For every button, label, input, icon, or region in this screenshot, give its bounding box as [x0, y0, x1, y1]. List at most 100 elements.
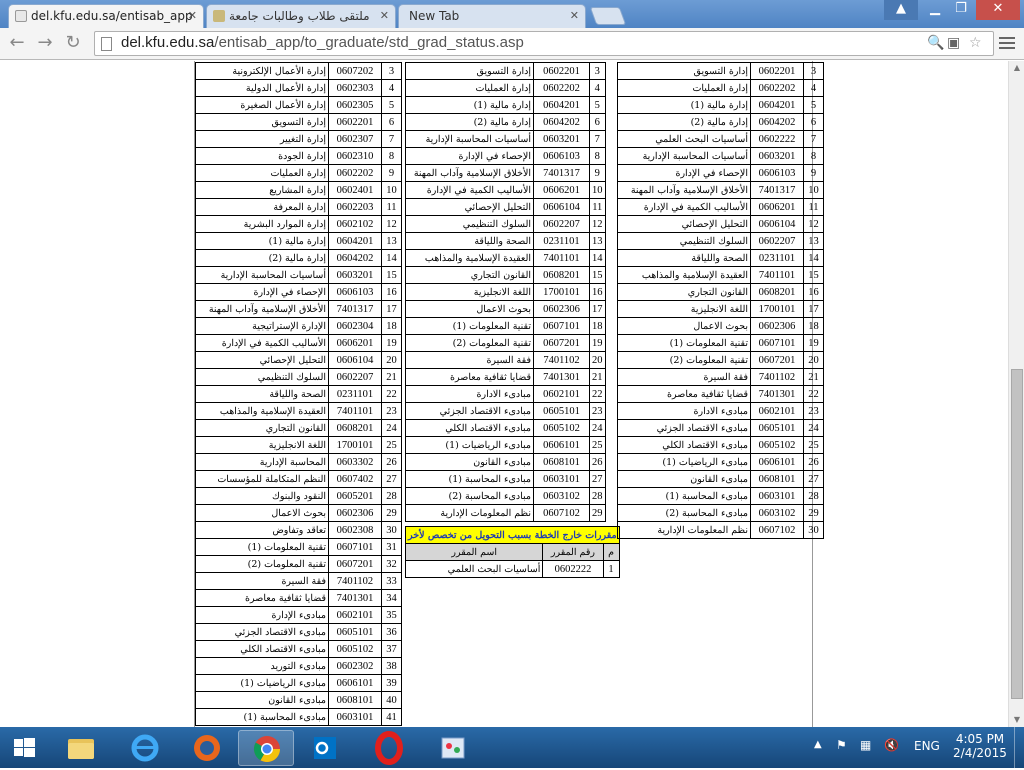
course-name: مبادىء الاقتصاد الجزئي: [405, 402, 534, 420]
table-row: إدارة مالية (1) 0604201 13: [195, 232, 402, 250]
row-number: 8: [381, 147, 402, 165]
table-row: تقنية المعلومات (1) 0607101 18: [405, 317, 606, 335]
scrollbar-thumb[interactable]: [1011, 369, 1023, 699]
course-code: 0605102: [533, 419, 590, 437]
row-number: 14: [803, 249, 824, 267]
course-name: قضايا ثقافية معاصرة: [405, 368, 534, 386]
show-hidden-icons-icon[interactable]: ▲: [814, 739, 822, 750]
row-number: 28: [589, 487, 606, 505]
course-code: 0231101: [328, 385, 382, 403]
file-explorer-icon[interactable]: [56, 730, 106, 766]
row-number: 13: [803, 232, 824, 250]
new-tab-button[interactable]: [589, 7, 627, 25]
minimize-button[interactable]: ▁: [922, 0, 948, 20]
row-number: 3: [803, 62, 824, 80]
row-number: 41: [381, 708, 402, 726]
tab-close-icon[interactable]: ✕: [188, 5, 197, 27]
row-number: 26: [381, 453, 402, 471]
tab-new-tab[interactable]: New Tab ✕: [398, 4, 586, 28]
url-text[interactable]: del.kfu.edu.sa/entisab_app/to_graduate/s…: [121, 34, 524, 51]
row-number: 30: [381, 521, 402, 539]
volume-muted-icon[interactable]: 🔇: [884, 738, 899, 752]
row-number: 8: [589, 147, 606, 165]
course-code: 0602222: [542, 560, 604, 578]
table-row: مبادىء القانون 0608101 40: [195, 691, 402, 709]
tab-forum[interactable]: ملتقى طلاب وطالبات جامعة ✕: [206, 4, 396, 28]
course-name: مبادىء الاقتصاد الكلي: [617, 436, 751, 454]
row-number: 4: [381, 79, 402, 97]
course-name: أساسيات المحاسبة الإدارية: [405, 130, 534, 148]
paint-icon[interactable]: [428, 730, 478, 766]
row-number: 20: [381, 351, 402, 369]
course-code: 0602207: [750, 232, 804, 250]
course-code: 0603102: [533, 487, 590, 505]
address-bar[interactable]: del.kfu.edu.sa/entisab_app/to_graduate/s…: [94, 31, 994, 56]
chrome-icon[interactable]: [238, 730, 294, 766]
tab-active[interactable]: del.kfu.edu.sa/entisab_app ✕: [8, 4, 204, 28]
row-number: 23: [803, 402, 824, 420]
course-name: بحوث الاعمال: [617, 317, 751, 335]
scroll-down-icon[interactable]: ▼: [1009, 713, 1024, 727]
row-number: 25: [803, 436, 824, 454]
action-center-flag-icon[interactable]: ⚑: [836, 738, 847, 752]
browser-titlebar: del.kfu.edu.sa/entisab_app ✕ ملتقى طلاب …: [0, 0, 1024, 28]
forward-icon[interactable]: →: [34, 32, 56, 54]
firefox-icon[interactable]: [182, 730, 232, 766]
course-name: مبادىء القانون: [195, 691, 329, 709]
course-name: الإحصاء في الإدارة: [195, 283, 329, 301]
row-number: 34: [381, 589, 402, 607]
row-number: 10: [589, 181, 606, 199]
row-number: 27: [381, 470, 402, 488]
row-number: 11: [381, 198, 402, 216]
course-code: 0607402: [328, 470, 382, 488]
opera-icon[interactable]: [364, 730, 414, 766]
reload-icon[interactable]: ↻: [62, 32, 84, 54]
course-code: 0606104: [750, 215, 804, 233]
table-row: مبادىء الاقتصاد الكلي 0605102 24: [405, 419, 606, 437]
table-row: مبادىء الادارة 0602101 22: [405, 385, 606, 403]
bookmark-star-icon[interactable]: ☆: [969, 35, 982, 51]
close-window-button[interactable]: ✕: [976, 0, 1020, 20]
course-name: نظم المعلومات الإدارية: [405, 504, 534, 522]
table-row: أساسيات البحث العلمي 0602222 7: [617, 130, 824, 148]
tab-close-icon[interactable]: ✕: [380, 5, 389, 27]
page-scrollbar[interactable]: ▲ ▼: [1008, 61, 1024, 727]
course-name: إدارة التسويق: [617, 62, 751, 80]
table-row: تقنية المعلومات (2) 0607201 20: [617, 351, 824, 369]
start-button[interactable]: [2, 730, 48, 766]
table-row: مبادىء المحاسبة (1) 0603101 41: [195, 708, 402, 726]
row-number: 29: [589, 504, 606, 522]
zoom-icon[interactable]: 🔍: [927, 35, 944, 51]
tab-title: del.kfu.edu.sa/entisab_app: [31, 9, 193, 23]
maximize-button[interactable]: ❐: [948, 0, 974, 20]
row-number: 19: [803, 334, 824, 352]
course-code: 7401102: [750, 368, 804, 386]
clock[interactable]: 4:05 PM 2/4/2015: [950, 727, 1010, 768]
table-row: الإدارة الإستراتيجية 0602304 18: [195, 317, 402, 335]
row-number: 9: [589, 164, 606, 182]
table-row: الصحة واللياقة 0231101 22: [195, 385, 402, 403]
course-code: 0607201: [750, 351, 804, 369]
scroll-up-icon[interactable]: ▲: [1009, 61, 1024, 75]
table-row: إدارة الموارد البشرية 0602102 12: [195, 215, 402, 233]
tab-close-icon[interactable]: ✕: [570, 5, 579, 27]
user-profile-icon[interactable]: ▲: [884, 0, 918, 20]
course-code: 0602202: [328, 164, 382, 182]
row-number: 33: [381, 572, 402, 590]
course-name: إدارة التسويق: [405, 62, 534, 80]
show-desktop-button[interactable]: [1014, 727, 1024, 768]
chrome-menu-icon[interactable]: [998, 34, 1016, 52]
internet-explorer-icon[interactable]: [120, 730, 170, 766]
back-icon[interactable]: ←: [6, 32, 28, 54]
language-indicator[interactable]: ENG: [914, 739, 940, 753]
network-icon[interactable]: ▦: [860, 738, 871, 752]
course-name: بحوث الاعمال: [405, 300, 534, 318]
table-row: أساسيات البحث العلمي 0602222 1: [404, 560, 620, 578]
row-number: 10: [381, 181, 402, 199]
outlook-icon[interactable]: [300, 730, 350, 766]
course-code: 0602201: [533, 62, 590, 80]
blocked-content-icon[interactable]: ▣: [947, 35, 960, 51]
row-number: 23: [589, 402, 606, 420]
course-name: إدارة الأعمال الدولية: [195, 79, 329, 97]
row-number: 30: [803, 521, 824, 539]
